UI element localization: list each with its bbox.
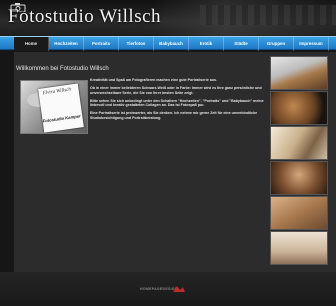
- site-footer: HOMEPAGEDESIGN: [0, 272, 336, 306]
- photo-card: Elvira Willsch Fotostudio Kamper: [38, 83, 84, 133]
- main-navigation: Home Hochzeiten Portraits Tierfotos Baby…: [0, 36, 336, 51]
- designer-logo-icon: [173, 286, 185, 292]
- gallery-thumb-dog-portrait[interactable]: [270, 91, 328, 125]
- nav-item-home[interactable]: Home: [14, 37, 49, 51]
- film-strip-decoration: [200, 5, 336, 25]
- gallery-thumb-baby[interactable]: [270, 231, 328, 265]
- site-header: Fotostudio Willsch: [0, 0, 336, 36]
- photo-gallery: [270, 56, 328, 266]
- welcome-heading: Willkommen bei Fotostudio Willsch: [16, 66, 109, 72]
- photo-caption-top: Elvira Willsch: [42, 87, 72, 97]
- site-title[interactable]: Fotostudio Willsch: [8, 6, 161, 28]
- nav-item-gruppen[interactable]: Gruppen: [259, 37, 294, 51]
- gallery-thumb-portrait[interactable]: [270, 161, 328, 195]
- intro-paragraph: Kreativität und Spaß am Fotografieren ma…: [90, 78, 218, 82]
- nav-item-hochzeiten[interactable]: Hochzeiten: [49, 37, 84, 51]
- nav-item-babybauch[interactable]: Babybauch: [154, 37, 189, 51]
- nav-item-impressum[interactable]: Impressum: [294, 37, 329, 51]
- nav-item-tierfotos[interactable]: Tierfotos: [119, 37, 154, 51]
- main-content-area: Willkommen bei Fotostudio Willsch Elvira…: [14, 52, 336, 272]
- intro-paragraph: Bitte sehen Sie sich unbedingt unter den…: [90, 98, 264, 108]
- nav-item-erotik[interactable]: Erotik: [189, 37, 224, 51]
- intro-paragraph: Ob in einer immer beliebteren Schwarz-We…: [90, 86, 262, 95]
- nav-item-staedte[interactable]: Städte: [224, 37, 259, 51]
- nav-item-portraits[interactable]: Portraits: [84, 37, 119, 51]
- intro-paragraph: Eine Portraitserie ist preiswerter, als …: [90, 111, 258, 120]
- studio-photo: Elvira Willsch Fotostudio Kamper: [20, 80, 88, 134]
- content-panel: Willkommen bei Fotostudio Willsch Elvira…: [16, 56, 266, 266]
- photo-caption-bottom: Fotostudio Kamper: [42, 113, 82, 124]
- gallery-thumb-sepia[interactable]: [270, 196, 328, 230]
- gallery-thumb-dog-puppies[interactable]: [270, 56, 328, 90]
- intro-text: Kreativität und Spaß am Fotografieren ma…: [90, 78, 266, 124]
- gallery-thumb-wedding[interactable]: [270, 126, 328, 160]
